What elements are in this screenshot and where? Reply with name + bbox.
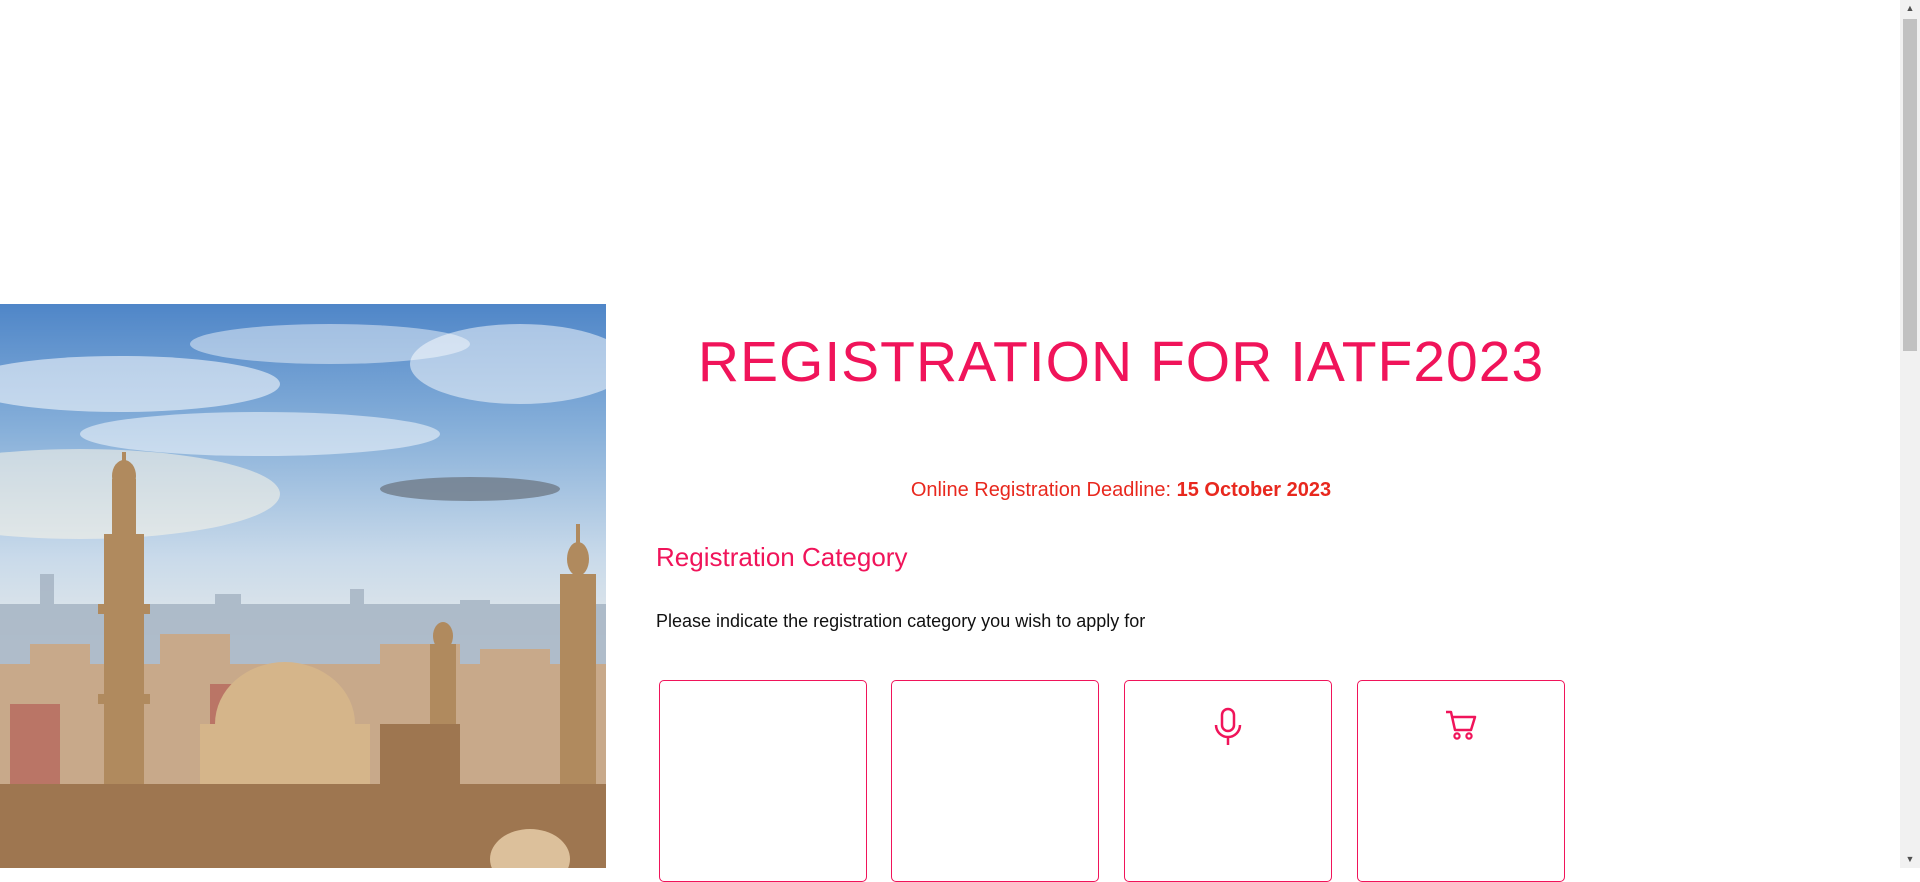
microphone-icon — [1210, 707, 1246, 752]
scroll-down-arrow-icon[interactable]: ▼ — [1900, 851, 1920, 868]
vertical-scrollbar[interactable]: ▲ ▼ — [1900, 0, 1920, 868]
deadline-date: 15 October 2023 — [1176, 479, 1332, 501]
page-title: REGISTRATION FOR IATF2023 — [697, 330, 1545, 394]
section-title: Registration Category — [656, 542, 908, 572]
category-card-2[interactable] — [891, 680, 1099, 882]
instruction-text: Please indicate the registration categor… — [656, 611, 1146, 631]
category-card-exhibitor[interactable] — [1357, 680, 1565, 882]
registration-deadline: Online Registration Deadline: 15 October… — [656, 479, 1586, 502]
category-card-speaker[interactable] — [1124, 680, 1332, 882]
cairo-skyline-illustration — [0, 324, 606, 868]
hero-image — [0, 304, 606, 868]
category-card-1[interactable] — [659, 680, 867, 882]
shopping-cart-icon — [1443, 707, 1479, 748]
scroll-up-arrow-icon[interactable]: ▲ — [1900, 0, 1920, 17]
deadline-label: Online Registration Deadline: — [910, 479, 1172, 501]
scrollbar-thumb[interactable] — [1903, 19, 1917, 351]
